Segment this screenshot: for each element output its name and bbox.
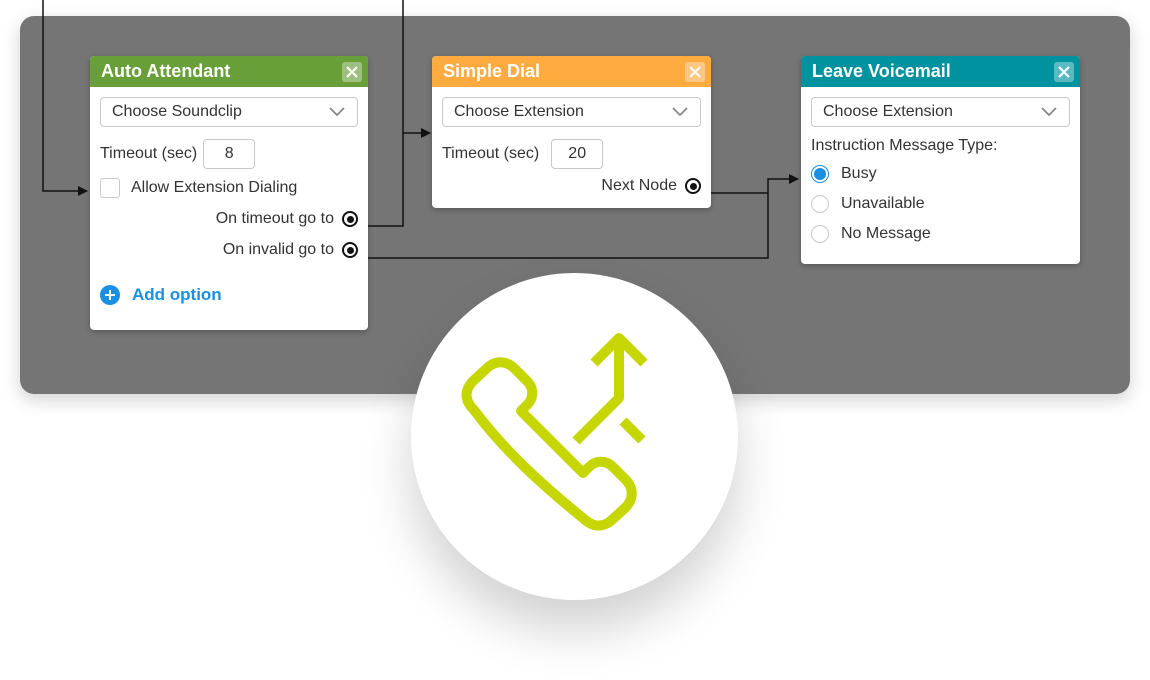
radio-option-no-message[interactable]: No Message — [811, 225, 1070, 243]
radio-button[interactable] — [811, 225, 829, 243]
extension-select[interactable]: Choose Extension — [811, 97, 1070, 127]
node-title: Leave Voicemail — [812, 61, 951, 81]
port-label: On invalid go to — [222, 241, 334, 258]
plus-icon — [100, 285, 120, 305]
port-handle[interactable] — [342, 242, 358, 258]
timeout-label: Timeout (sec) — [100, 145, 198, 162]
node-header[interactable]: Auto Attendant — [90, 56, 368, 87]
port-handle[interactable] — [342, 211, 358, 227]
radio-label: Unavailable — [841, 195, 925, 212]
radio-option-unavailable[interactable]: Unavailable — [811, 195, 1070, 213]
extension-select[interactable]: Choose Extension — [442, 97, 701, 127]
port-next-node[interactable]: Next Node — [442, 177, 701, 195]
node-simple-dial[interactable]: Simple Dial Choose Extension Timeout (se… — [432, 56, 711, 208]
port-label: Next Node — [601, 177, 677, 194]
node-header[interactable]: Simple Dial — [432, 56, 711, 87]
port-label: On timeout go to — [215, 210, 334, 227]
port-on-invalid[interactable]: On invalid go to — [100, 241, 358, 259]
radio-option-busy[interactable]: Busy — [811, 165, 1070, 183]
soundclip-select[interactable]: Choose Soundclip — [100, 97, 358, 127]
port-handle[interactable] — [685, 178, 701, 194]
close-icon — [346, 65, 358, 78]
close-icon — [1058, 65, 1070, 78]
close-button[interactable] — [342, 61, 362, 82]
feature-badge — [411, 273, 738, 600]
add-option-button[interactable]: Add option — [100, 285, 358, 305]
timeout-input[interactable]: 20 — [551, 139, 604, 169]
timeout-label: Timeout (sec) — [442, 145, 540, 162]
chevron-down-icon — [1041, 107, 1057, 117]
close-icon — [689, 65, 701, 78]
chevron-down-icon — [329, 107, 345, 117]
port-on-timeout[interactable]: On timeout go to — [100, 210, 358, 228]
node-leave-voicemail[interactable]: Leave Voicemail Choose Extension Instruc… — [801, 56, 1080, 264]
extension-dialing-checkbox[interactable] — [100, 178, 120, 198]
close-button[interactable] — [685, 61, 705, 82]
checkbox-label: Allow Extension Dialing — [131, 179, 298, 196]
timeout-input[interactable]: 8 — [203, 139, 256, 169]
select-value: Choose Extension — [823, 103, 953, 120]
node-title: Auto Attendant — [101, 61, 231, 81]
node-header[interactable]: Leave Voicemail — [801, 56, 1080, 87]
phone-forward-icon — [461, 333, 648, 531]
select-value: Choose Extension — [454, 103, 584, 120]
add-option-label: Add option — [132, 285, 222, 304]
instruction-label: Instruction Message Type: — [811, 137, 998, 154]
node-title: Simple Dial — [443, 61, 541, 81]
radio-label: No Message — [841, 225, 931, 242]
radio-button[interactable] — [811, 165, 829, 183]
select-value: Choose Soundclip — [112, 103, 242, 120]
radio-label: Busy — [841, 165, 877, 182]
radio-button[interactable] — [811, 195, 829, 213]
chevron-down-icon — [672, 107, 688, 117]
node-auto-attendant[interactable]: Auto Attendant Choose Soundclip Timeout … — [90, 56, 368, 330]
close-button[interactable] — [1054, 61, 1074, 82]
